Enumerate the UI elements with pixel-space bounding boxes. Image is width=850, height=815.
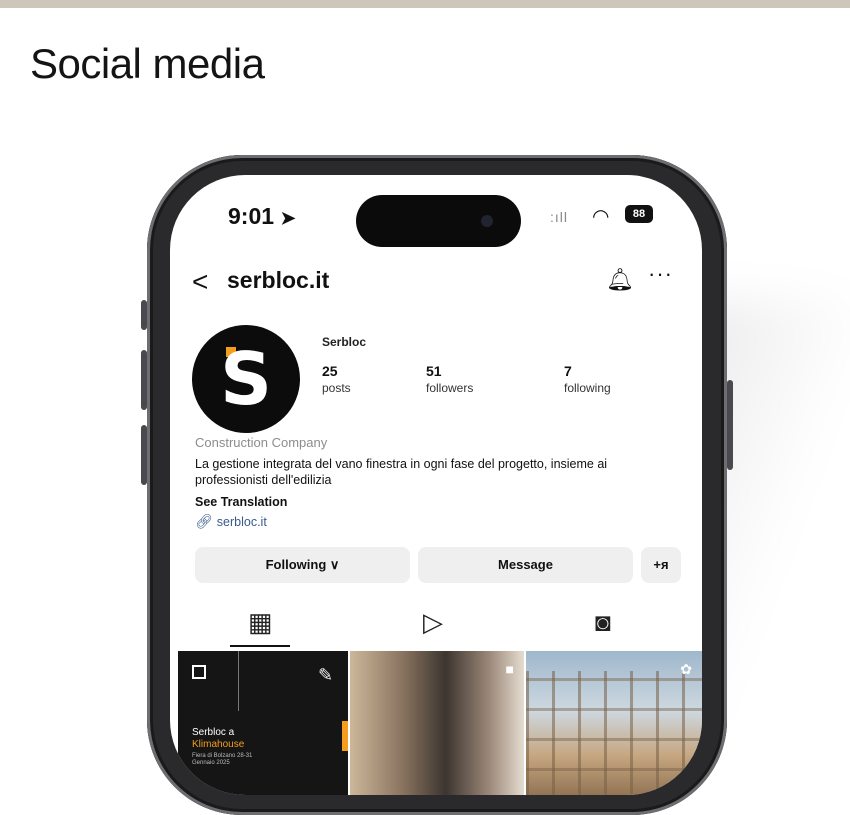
dynamic-island: [356, 195, 521, 247]
stat-label: followers: [426, 381, 474, 395]
stat-label: following: [564, 381, 611, 395]
see-translation-link[interactable]: See Translation: [195, 495, 287, 509]
post-tile[interactable]: ✿: [526, 651, 702, 795]
phone-volume-up: [141, 350, 147, 410]
add-person-button[interactable]: +ᴙ: [641, 547, 681, 583]
link-icon: 🔗︎: [195, 513, 213, 529]
tagged-tab-icon[interactable]: ◙: [595, 607, 611, 638]
reel-icon: ✿: [680, 661, 692, 677]
camera-icon: [481, 215, 493, 227]
stat-value: 7: [564, 363, 572, 379]
phone-power-button: [727, 380, 733, 470]
signal-icon: :ıll: [550, 209, 568, 225]
active-tab-indicator: [230, 645, 290, 647]
logo-square-icon: [192, 665, 206, 679]
reel-icon: ■: [505, 661, 514, 677]
profile-bio: La gestione integrata del vano finestra …: [195, 457, 608, 487]
stat-label: posts: [322, 381, 351, 395]
more-options-icon[interactable]: ···: [648, 261, 673, 287]
phone-screen: 9:01 ➤ :ıll ◠ 88 < serbloc.it 🔔︎ ··· S S…: [170, 175, 702, 795]
profile-website-link[interactable]: 🔗︎ serbloc.it: [195, 513, 267, 530]
post-subtitle: Fiera di Bolzano 28-31 Gennaio 2025: [192, 753, 253, 766]
stat-following[interactable]: 7 following: [564, 363, 654, 395]
reels-tab-icon[interactable]: ▷: [423, 607, 443, 638]
grid-tab-icon[interactable]: ▦: [248, 607, 273, 638]
profile-handle: serbloc.it: [227, 267, 330, 293]
profile-nav-bar: < serbloc.it 🔔︎ ···: [170, 261, 702, 305]
post-title-accent: Klimahouse: [192, 739, 245, 750]
page-title: Social media: [30, 40, 265, 87]
pin-icon: ✎: [318, 665, 334, 685]
phone-action-button: [141, 300, 147, 330]
bell-icon[interactable]: 🔔︎: [606, 267, 634, 293]
profile-category: Construction Company: [195, 435, 328, 450]
scaffold-photo: [526, 671, 702, 795]
stat-value: 51: [426, 363, 442, 379]
accent-bar: [342, 721, 348, 751]
wifi-icon: ◠: [592, 206, 610, 228]
profile-name: Serbloc: [322, 335, 367, 349]
status-time: 9:01 ➤: [228, 203, 296, 229]
message-button[interactable]: Message: [418, 547, 633, 583]
serbloc-logo-icon: S: [220, 337, 272, 421]
profile-tabs: ▦ ▷ ◙: [170, 603, 702, 647]
phone-volume-down: [141, 425, 147, 485]
profile-actions: Following ∨ Message +ᴙ: [195, 547, 685, 583]
status-bar: 9:01 ➤ :ıll ◠ 88: [170, 175, 702, 255]
website-label: serbloc.it: [216, 515, 267, 529]
stat-posts[interactable]: 25 posts: [322, 363, 412, 395]
following-button[interactable]: Following ∨: [195, 547, 410, 583]
post-tile[interactable]: ✎ Serbloc a Klimahouse Fiera di Bolzano …: [178, 651, 348, 795]
top-accent-bar: [0, 0, 850, 8]
stat-value: 25: [322, 363, 338, 379]
battery-icon: 88: [625, 205, 653, 223]
divider: [238, 651, 239, 711]
posts-grid: ✎ Serbloc a Klimahouse Fiera di Bolzano …: [170, 651, 702, 795]
back-icon[interactable]: <: [192, 267, 208, 297]
stat-followers[interactable]: 51 followers: [426, 363, 516, 395]
post-title: Serbloc a: [192, 727, 235, 738]
post-tile[interactable]: ■: [350, 651, 524, 795]
profile-avatar[interactable]: S: [192, 325, 300, 433]
